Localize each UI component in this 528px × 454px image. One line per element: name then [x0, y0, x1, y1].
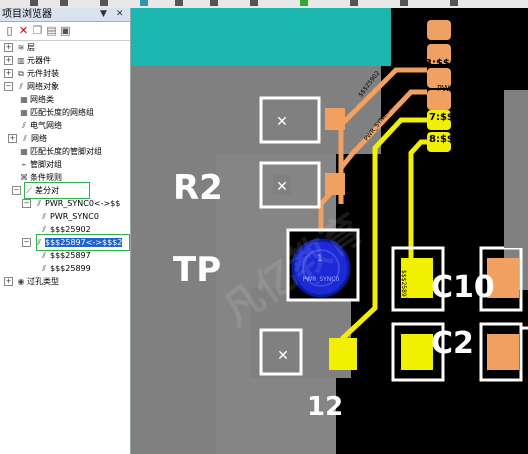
toolbar-icon[interactable]	[400, 0, 408, 6]
panel-title-bar: 项目浏览器 ▼ ✕	[0, 8, 130, 22]
net-icon: ⫽	[42, 212, 46, 221]
pin-pair-group-icon: ▦	[20, 147, 28, 156]
toolbar-icon[interactable]	[140, 0, 148, 6]
net-group-icon: ▦	[20, 108, 28, 117]
teal-pour	[131, 8, 391, 66]
tree-item-net-objects[interactable]: − ⫽ 网络对象	[4, 80, 59, 93]
trace-label: $$$25899	[364, 266, 371, 297]
tree-item-net-25899[interactable]: ⫽ $$$25899	[38, 262, 91, 275]
orange-pad[interactable]	[325, 108, 345, 130]
toolbar-icon[interactable]	[450, 0, 458, 6]
no-connect-icon: ✕	[276, 114, 288, 130]
gray-pour	[504, 218, 528, 248]
trace-label: $$$25897	[400, 270, 407, 301]
tree-item-net-pwr-sync0[interactable]: ⫽ PWR_SYNC0	[38, 210, 99, 223]
highlight-box	[36, 234, 130, 251]
expand-icon[interactable]: +	[4, 43, 13, 52]
silk-c10: C10	[431, 270, 495, 305]
orange-pad[interactable]	[325, 173, 345, 195]
layers-icon: ≋	[17, 43, 25, 52]
toolbar-icon[interactable]	[210, 0, 218, 6]
pcb-canvas[interactable]: ✕ ✕ ✕ 3:$$$25902 PWR_SYNC0 7:$$$25899 8:…	[131, 8, 528, 454]
pin-icon[interactable]: ▼	[100, 8, 107, 21]
electrical-net-icon: ⫽	[22, 121, 26, 130]
component-icon: ▥	[17, 56, 25, 65]
tree-item-nets[interactable]: + ⫽ 网络	[8, 132, 47, 145]
expand-icon[interactable]: +	[8, 134, 17, 143]
collapse-icon[interactable]: −	[22, 238, 31, 247]
project-browser-panel: 项目浏览器 ▼ ✕ ▯ ✕ ❐ ▤ ▣ + ≋ 层 + ▥ 元器件 + ⧉ 元件封装 − ⫽ 网…	[0, 8, 131, 454]
tree-item-pin-pairs[interactable]: ⌁ 管脚对组	[18, 158, 62, 171]
new-icon[interactable]: ▯	[4, 24, 15, 37]
toolbar-icon[interactable]	[250, 0, 258, 6]
highlight-box	[24, 182, 90, 199]
net-label-pwr-sync0: PWR_SYNC0	[437, 84, 486, 93]
expand-icon[interactable]: +	[4, 277, 13, 286]
pin-pair-icon: ⌁	[21, 160, 27, 169]
toolbar-icon[interactable]	[300, 0, 308, 6]
expand-icon[interactable]: +	[4, 56, 13, 65]
no-connect-icon: ✕	[277, 348, 289, 364]
toolbar-icon[interactable]	[30, 0, 38, 6]
properties-icon[interactable]: ▣	[60, 24, 71, 37]
trace-label: $$$25897	[421, 185, 428, 216]
tree-item-matched-length-pin-pair-groups[interactable]: ▦ 匹配长度的管脚对组	[18, 145, 102, 158]
no-connect-icon: ✕	[276, 179, 288, 195]
net-class-icon: ▦	[20, 95, 28, 104]
toolbar-icon[interactable]	[175, 0, 183, 6]
expand-icon[interactable]: +	[4, 69, 13, 78]
collapse-icon[interactable]: −	[22, 199, 31, 208]
tree-item-electrical-nets[interactable]: ⫽ 电气网络	[18, 119, 62, 132]
close-icon[interactable]: ✕	[116, 8, 124, 21]
net-objects-icon: ⫽	[19, 82, 23, 91]
yellow-pad[interactable]	[401, 334, 433, 370]
tree-item-via-types[interactable]: + ◉ 过孔类型	[4, 275, 59, 288]
tree-item-components[interactable]: + ▥ 元器件	[4, 54, 51, 67]
silk-c2: C2	[431, 326, 474, 361]
orange-pad[interactable]	[427, 90, 451, 110]
silk-partial: 12	[307, 392, 344, 422]
paste-icon[interactable]: ▤	[46, 24, 57, 37]
tree-item-footprints[interactable]: + ⧉ 元件封装	[4, 67, 59, 80]
copy-icon[interactable]: ❐	[32, 24, 43, 37]
toolbar-icon[interactable]	[100, 0, 108, 6]
collapse-icon[interactable]: −	[4, 82, 13, 91]
tree-item-matched-length-net-groups[interactable]: ▦ 匹配长度的网络组	[18, 106, 94, 119]
tree-item-net-classes[interactable]: ▦ 网络类	[18, 93, 54, 106]
yellow-pad[interactable]	[329, 338, 357, 370]
panel-button-bar: ▯ ✕ ❐ ▤ ▣	[0, 22, 130, 41]
toolbar-icon[interactable]	[350, 0, 358, 6]
via-icon: ◉	[17, 277, 25, 286]
silk-r2: R2	[173, 168, 223, 208]
orange-pad[interactable]	[427, 20, 451, 40]
tree-item-layers[interactable]: + ≋ 层	[4, 41, 35, 54]
orange-pad[interactable]	[487, 334, 519, 370]
panel-title: 项目浏览器	[2, 9, 52, 20]
net-label-25902: 3:$$$25902	[425, 58, 492, 69]
toolbar-icon[interactable]	[60, 0, 68, 6]
net-label-25897: 8:$$$25897	[429, 134, 496, 145]
net-label-25899: 7:$$$25899	[429, 112, 496, 123]
delete-icon[interactable]: ✕	[18, 24, 29, 37]
net-icon: ⫽	[42, 264, 46, 273]
footprint-icon: ⧉	[18, 69, 24, 78]
net-icon: ⫽	[23, 134, 27, 143]
collapse-icon[interactable]: −	[12, 186, 21, 195]
